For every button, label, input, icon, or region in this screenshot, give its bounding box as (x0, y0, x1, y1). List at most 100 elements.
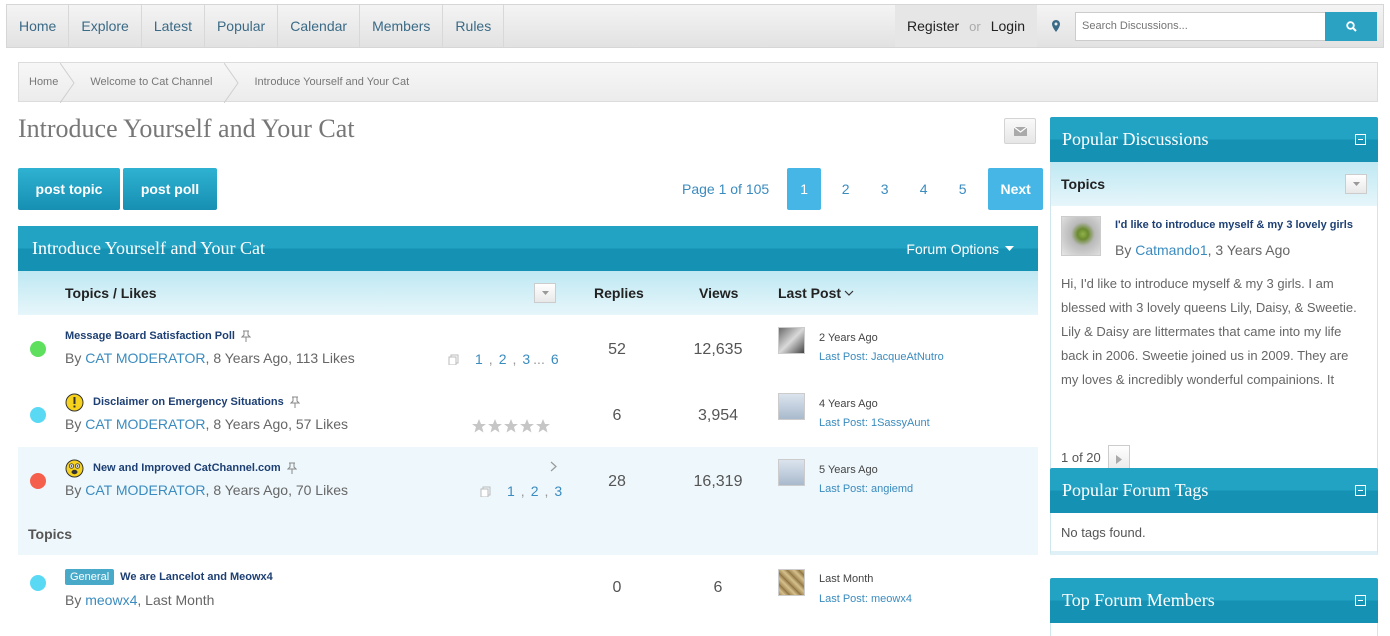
last-post-user[interactable]: Last Post: angiemd (819, 483, 913, 495)
col-topics[interactable]: Topics / Likes (65, 285, 157, 301)
avatar[interactable] (778, 393, 805, 420)
last-post-time: 5 Years Ago (819, 464, 878, 476)
replies-count: 6 (612, 407, 622, 424)
chevron-right-icon[interactable] (550, 461, 557, 472)
topic-page-3[interactable]: 3 (522, 351, 530, 367)
widget-subheader: Topics (1051, 162, 1377, 206)
topic-page-2[interactable]: 2 (499, 351, 507, 367)
nav-home[interactable]: Home (7, 5, 70, 47)
pin-icon (286, 462, 297, 474)
topic-byline: By CAT MODERATOR, 8 Years Ago, 70 Likes (65, 482, 348, 498)
nav-popular[interactable]: Popular (205, 5, 279, 47)
topic-title-link[interactable]: Message Board Satisfaction Poll (65, 330, 251, 342)
next-page-button[interactable]: Next (988, 168, 1044, 210)
forum-table: Introduce Yourself and Your Cat Forum Op… (18, 226, 1038, 636)
forum-page: Home Explore Latest Popular Calendar Mem… (0, 0, 1390, 636)
last-post-user[interactable]: Last Post: 1SassyAunt (819, 417, 930, 429)
col-replies[interactable]: Replies (594, 285, 644, 301)
page-5-button[interactable]: 5 (943, 181, 982, 197)
discussion-excerpt: Hi, I'd like to introduce myself & my 3 … (1061, 276, 1357, 387)
collapse-icon[interactable] (1355, 134, 1366, 145)
collapse-icon[interactable] (1355, 485, 1366, 496)
section-label-topics: Topics (18, 513, 1038, 555)
discussion-avatar[interactable] (1061, 216, 1101, 256)
author-link[interactable]: CAT MODERATOR (85, 350, 205, 366)
col-views[interactable]: Views (699, 285, 738, 301)
nav-latest[interactable]: Latest (142, 5, 205, 47)
by-text: By (65, 350, 82, 366)
status-dot (30, 473, 46, 489)
nav-explore[interactable]: Explore (69, 5, 142, 47)
pin-icon (240, 330, 251, 342)
search-icon (1345, 20, 1357, 32)
subscribe-email-button[interactable] (1004, 118, 1036, 144)
topic-meta: , Last Month (137, 592, 215, 608)
discussion-title-link[interactable]: I'd like to introduce myself & my 3 love… (1115, 219, 1353, 231)
by-text: By (65, 482, 82, 498)
post-poll-button[interactable]: post poll (123, 168, 217, 210)
post-topic-button[interactable]: post topic (18, 168, 120, 210)
collapse-icon[interactable] (1355, 595, 1366, 606)
topic-page-2[interactable]: 2 (531, 483, 539, 499)
author-link[interactable]: meowx4 (85, 592, 137, 608)
pages-icon (448, 354, 459, 365)
author-link[interactable]: Catmando1 (1135, 242, 1207, 258)
topic-page-1[interactable]: 1 (507, 483, 515, 499)
topic-title-link[interactable]: General We are Lancelot and Meowx4 (65, 569, 273, 585)
pagination: Page 1 of 105 1 2 3 4 5 Next (682, 168, 1044, 210)
rating-stars[interactable] (472, 419, 550, 433)
sort-dropdown[interactable] (1345, 174, 1367, 194)
nav-calendar[interactable]: Calendar (278, 5, 361, 47)
widget-header: Popular Forum Tags (1050, 468, 1378, 513)
login-link[interactable]: Login (991, 18, 1025, 34)
topic-title-link[interactable]: Disclaimer on Emergency Situations (93, 396, 300, 408)
star-icon (488, 419, 502, 433)
author-link[interactable]: CAT MODERATOR (85, 482, 205, 498)
or-text: or (969, 18, 981, 34)
forum-options-button[interactable]: Forum Options (906, 241, 1014, 257)
topic-pages: 1 , 2 , 3 (480, 483, 562, 499)
page-separator: , (512, 351, 517, 367)
category-badge[interactable]: General (65, 569, 115, 585)
last-post-time: 4 Years Ago (819, 398, 878, 410)
topic-title-link[interactable]: New and Improved CatChannel.com (93, 462, 297, 474)
avatar[interactable] (778, 327, 805, 354)
register-link[interactable]: Register (907, 18, 959, 34)
search-button[interactable] (1325, 11, 1377, 41)
by-text: By (65, 416, 82, 432)
page-3-button[interactable]: 3 (865, 181, 904, 197)
by-text: By (1115, 242, 1132, 258)
nav-members[interactable]: Members (360, 5, 444, 47)
topic-page-3[interactable]: 3 (554, 483, 562, 499)
page-1-button[interactable]: 1 (787, 168, 822, 210)
sort-dropdown[interactable] (534, 283, 556, 303)
breadcrumb: Home Welcome to Cat Channel Introduce Yo… (18, 62, 1378, 103)
topic-page-last[interactable]: 6 (551, 351, 559, 367)
last-post-user[interactable]: Last Post: JacqueAtNutro (819, 351, 944, 363)
caret-down-icon (1352, 182, 1360, 186)
topic-page-1[interactable]: 1 (475, 351, 483, 367)
breadcrumb-home[interactable]: Home (19, 63, 75, 103)
page-2-button[interactable]: 2 (826, 181, 865, 197)
widget-title: Popular Discussions (1062, 129, 1209, 149)
col-last-post[interactable]: Last Post (778, 285, 854, 301)
forum-header: Introduce Yourself and Your Cat Forum Op… (18, 226, 1038, 271)
avatar[interactable] (778, 569, 805, 596)
author-link[interactable]: CAT MODERATOR (85, 416, 205, 432)
page-label: Page 1 of 105 (682, 181, 770, 197)
last-post-user[interactable]: Last Post: meowx4 (819, 593, 912, 605)
pages-icon (480, 486, 491, 497)
breadcrumb-cat-channel[interactable]: Welcome to Cat Channel (70, 63, 240, 103)
envelope-icon (1013, 126, 1027, 136)
page-separator: , (544, 483, 549, 499)
nav-rules[interactable]: Rules (443, 5, 505, 47)
widget-body (1050, 623, 1378, 636)
search-input[interactable] (1075, 11, 1325, 41)
location-pin-icon[interactable] (1037, 5, 1075, 47)
topic-title-text: Message Board Satisfaction Poll (65, 330, 235, 342)
widget-body: No tags found. (1050, 513, 1378, 555)
status-dot (30, 575, 46, 591)
page-4-button[interactable]: 4 (904, 181, 943, 197)
avatar[interactable] (778, 459, 805, 486)
